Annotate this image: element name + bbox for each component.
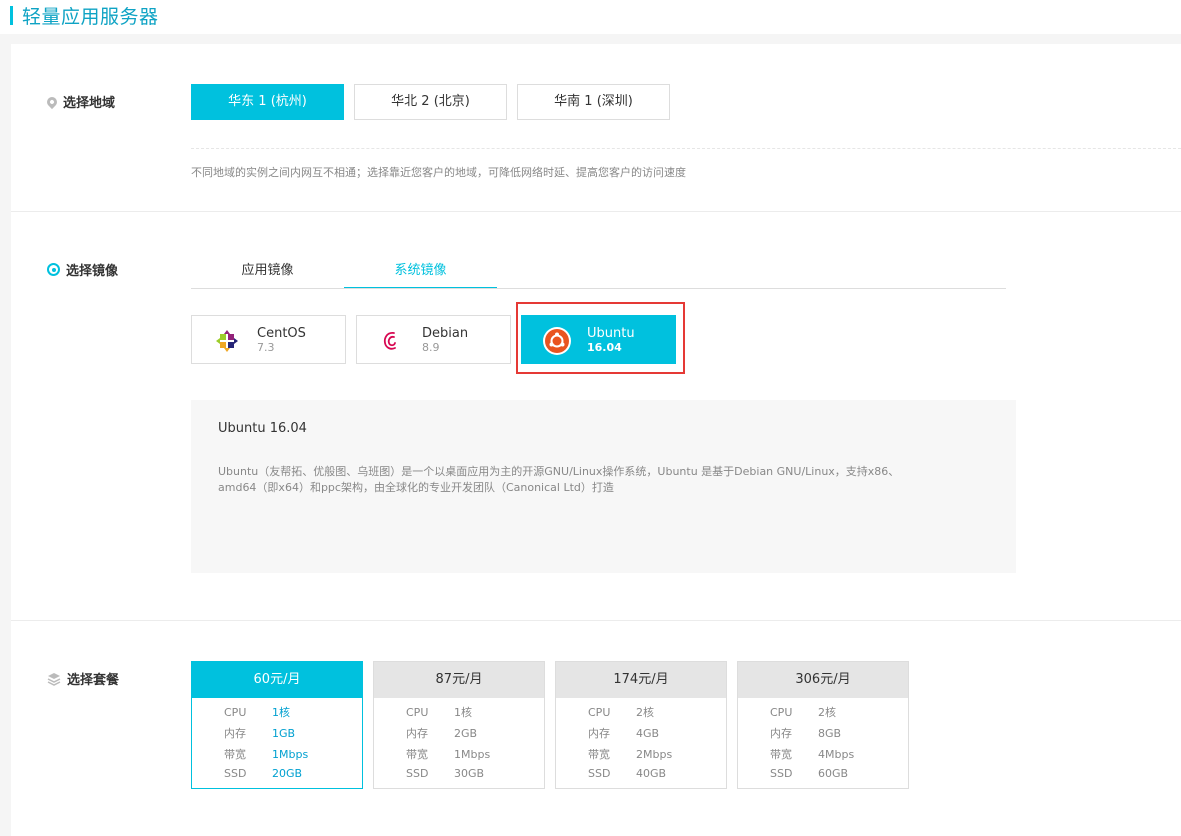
os-description-panel: Ubuntu 16.04 Ubuntu（友帮拓、优般图、乌班图）是一个以桌面应用… <box>191 400 1016 573</box>
plan-card-3[interactable]: 174元/月 CPU 2核 内存 4GB 带宽 2Mbps SSD 40GB <box>555 661 727 789</box>
plan-price: 60元/月 <box>192 662 362 698</box>
spec-row: CPU 1核 <box>224 706 290 719</box>
section-divider-2 <box>11 620 1181 621</box>
region-dashed-divider <box>191 148 1181 149</box>
os-version-centos: 7.3 <box>257 341 275 354</box>
title-accent-bar <box>10 6 13 25</box>
spec-row: 带宽 1Mbps <box>406 748 491 761</box>
image-label-text: 选择镜像 <box>66 264 119 279</box>
spec-row: 内存 8GB <box>770 727 842 740</box>
region-option-shenzhen[interactable]: 华南 1 (深圳) <box>517 84 670 120</box>
tab-system-image[interactable]: 系统镜像 <box>344 259 497 289</box>
plan-section-label: 选择套餐 <box>47 669 119 688</box>
plan-label-text: 选择套餐 <box>67 673 120 688</box>
spec-row: CPU 2核 <box>770 706 836 719</box>
layers-icon <box>47 672 61 686</box>
config-card: 选择地域 华东 1 (杭州) 华北 2 (北京) 华南 1 (深圳) 不同地域的… <box>11 44 1181 836</box>
plan-card-1[interactable]: 60元/月 CPU 1核 内存 1GB 带宽 1Mbps SSD 20GB <box>191 661 363 789</box>
os-name-debian: Debian <box>422 326 469 341</box>
os-card-centos[interactable]: CentOS 7.3 <box>191 315 346 364</box>
spec-row: CPU 1核 <box>406 706 472 719</box>
spec-row: CPU 2核 <box>588 706 654 719</box>
plan-price: 87元/月 <box>374 662 544 698</box>
spec-row: SSD 60GB <box>770 767 849 780</box>
tab-underline <box>191 288 1006 289</box>
section-divider-1 <box>11 211 1181 212</box>
region-section-label: 选择地域 <box>44 92 116 111</box>
plan-price: 174元/月 <box>556 662 726 698</box>
spec-row: SSD 40GB <box>588 767 667 780</box>
debian-icon <box>383 332 396 350</box>
os-name-centos: CentOS <box>257 326 306 341</box>
region-option-beijing[interactable]: 华北 2 (北京) <box>354 84 507 120</box>
plan-price: 306元/月 <box>738 662 908 698</box>
spec-row: 内存 1GB <box>224 727 296 740</box>
os-version-debian: 8.9 <box>422 341 440 354</box>
selection-highlight-box <box>516 302 685 374</box>
spec-row: 内存 2GB <box>406 727 478 740</box>
spec-row: 带宽 4Mbps <box>770 748 855 761</box>
page-title: 轻量应用服务器 <box>22 6 159 28</box>
spec-row: SSD 30GB <box>406 767 485 780</box>
region-hint: 不同地域的实例之间内网互不相通；选择靠近您客户的地域，可降低网络时延、提高您客户… <box>191 166 686 179</box>
os-card-debian[interactable]: Debian 8.9 <box>356 315 511 364</box>
tab-app-image[interactable]: 应用镜像 <box>191 259 344 289</box>
page-header: 轻量应用服务器 <box>0 0 1181 34</box>
plan-card-4[interactable]: 306元/月 CPU 2核 内存 8GB 带宽 4Mbps SSD 60GB <box>737 661 909 789</box>
spec-row: 带宽 2Mbps <box>588 748 673 761</box>
image-section-label: 选择镜像 <box>47 260 118 279</box>
os-description-line-2: amd64（即x64）和ppc架构，由全球化的专业开发团队（Canonical … <box>218 481 614 494</box>
region-option-hangzhou[interactable]: 华东 1 (杭州) <box>191 84 344 120</box>
os-description-title: Ubuntu 16.04 <box>218 421 307 436</box>
spec-row: SSD 20GB <box>224 767 303 780</box>
location-pin-icon <box>44 94 60 109</box>
centos-icon <box>216 330 238 352</box>
region-label-text: 选择地域 <box>63 96 116 111</box>
plan-card-2[interactable]: 87元/月 CPU 1核 内存 2GB 带宽 1Mbps SSD 30GB <box>373 661 545 789</box>
radio-target-icon <box>47 263 60 276</box>
os-description-line-1: Ubuntu（友帮拓、优般图、乌班图）是一个以桌面应用为主的开源GNU/Linu… <box>218 465 900 478</box>
spec-row: 内存 4GB <box>588 727 660 740</box>
spec-row: 带宽 1Mbps <box>224 748 309 761</box>
